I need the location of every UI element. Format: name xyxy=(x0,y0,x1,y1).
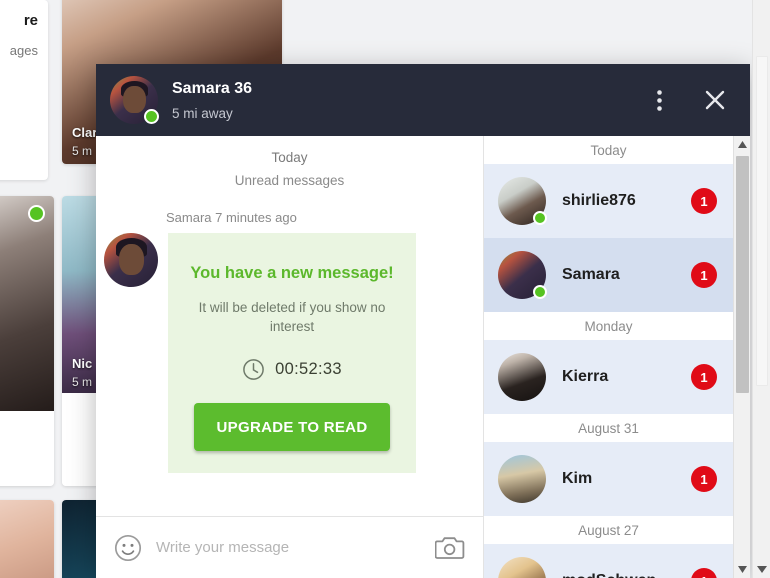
scroll-down-arrow-icon[interactable] xyxy=(734,561,750,578)
message-avatar[interactable] xyxy=(104,233,158,287)
locked-message-bubble: You have a new message! It will be delet… xyxy=(168,233,416,474)
scroll-up-arrow-icon[interactable] xyxy=(734,136,750,153)
online-status-dot xyxy=(533,211,547,225)
profile-card[interactable]: 1 e xyxy=(0,196,54,486)
bubble-title: You have a new message! xyxy=(190,264,394,282)
conversation-list-item[interactable]: Kierra 1 xyxy=(484,340,733,414)
scrollbar-thumb[interactable] xyxy=(736,156,749,393)
message-scroll-area[interactable]: Today Unread messages Samara 7 minutes a… xyxy=(96,136,483,516)
unread-count-badge: 1 xyxy=(691,364,717,390)
camera-icon[interactable] xyxy=(435,535,465,561)
close-icon[interactable] xyxy=(702,87,728,113)
chat-header-avatar[interactable] xyxy=(110,76,159,124)
conversation-date-separator: August 31 xyxy=(484,414,733,442)
conversation-avatar xyxy=(498,557,546,578)
page-scrollbar-thumb[interactable] xyxy=(756,56,768,386)
profile-card-distance: 5 m xyxy=(72,375,93,390)
conversation-avatar xyxy=(498,455,546,503)
smiley-icon[interactable] xyxy=(114,534,142,562)
clock-icon xyxy=(243,359,265,380)
profile-card-name: Nic xyxy=(72,356,93,372)
profile-card-distance: 5 m xyxy=(72,144,93,158)
unread-count-badge: 1 xyxy=(691,188,717,214)
chat-header-distance: 5 mi away xyxy=(172,105,233,121)
profile-card[interactable] xyxy=(0,500,54,578)
day-label: Today xyxy=(271,150,308,165)
message-meta: Samara 7 minutes ago xyxy=(166,210,297,225)
conversation-avatar xyxy=(498,353,546,401)
conversation-list-scrollbar[interactable] xyxy=(733,136,750,578)
online-status-dot xyxy=(28,205,45,222)
conversation-list-pane: Today shirlie876 1 Samara 1 Monday Kierra 1 Augu… xyxy=(484,136,750,578)
avatar-image xyxy=(498,557,546,578)
conversation-name: modSchwen… xyxy=(562,572,691,578)
background-panel-title: re xyxy=(23,12,38,29)
chat-header-actions xyxy=(646,87,734,113)
message-row: You have a new message! It will be delet… xyxy=(96,233,483,474)
conversation-list-item[interactable]: Samara 1 xyxy=(484,238,733,312)
chat-header-name: Samara xyxy=(172,80,230,98)
online-status-dot xyxy=(533,285,547,299)
chat-header: Samara 36 5 mi away xyxy=(96,64,750,136)
background-left-panel: re ages xyxy=(0,0,48,180)
chat-header-text: Samara 36 5 mi away xyxy=(172,79,646,120)
conversation-date-separator: Monday xyxy=(484,312,733,340)
avatar-image xyxy=(498,455,546,503)
conversation-date-separator: Today xyxy=(484,136,733,164)
unread-count-badge: 1 xyxy=(691,568,717,578)
unread-count-badge: 1 xyxy=(691,466,717,492)
bubble-subtitle: It will be deleted if you show no intere… xyxy=(198,299,386,334)
avatar-image xyxy=(498,353,546,401)
conversation-list-item[interactable]: Kim 1 xyxy=(484,442,733,516)
conversation-list-item[interactable]: modSchwen…1 xyxy=(484,544,733,578)
chat-header-age: 36 xyxy=(234,80,253,98)
conversation-pane: Today Unread messages Samara 7 minutes a… xyxy=(96,136,484,578)
conversation-name: Kim xyxy=(562,470,593,487)
page-scrollbar[interactable] xyxy=(752,0,770,578)
profile-photo xyxy=(0,500,54,578)
conversation-list[interactable]: Today shirlie876 1 Samara 1 Monday Kierra 1 Augu… xyxy=(484,136,733,578)
conversation-list-item[interactable]: shirlie876 1 xyxy=(484,164,733,238)
chat-header-name-row: Samara 36 xyxy=(172,79,646,98)
online-status-dot xyxy=(144,109,159,124)
profile-photo: 1 xyxy=(0,196,54,411)
conversation-name: shirlie876 xyxy=(562,192,636,209)
unread-count-badge: 1 xyxy=(691,262,717,288)
chat-body: Today Unread messages Samara 7 minutes a… xyxy=(96,136,750,578)
message-input[interactable] xyxy=(156,539,421,556)
chat-modal: Samara 36 5 mi away Today Unread message… xyxy=(96,64,750,578)
message-composer xyxy=(96,516,483,578)
more-vertical-icon[interactable] xyxy=(646,87,672,113)
conversation-name: Kierra xyxy=(562,368,609,385)
conversation-name: Samara xyxy=(562,266,620,283)
unread-divider: Unread messages xyxy=(234,173,345,188)
profile-card-meta: e xyxy=(0,410,54,486)
upgrade-to-read-button[interactable]: UPGRADE TO READ xyxy=(194,403,390,452)
page-scroll-down-arrow-icon[interactable] xyxy=(753,560,770,578)
countdown-timer-value: 00:52:33 xyxy=(275,360,342,379)
countdown-timer-row: 00:52:33 xyxy=(186,358,398,381)
conversation-date-separator: August 27 xyxy=(484,516,733,544)
app-root: re ages Claribel144 29 5 m 1 xyxy=(0,0,770,578)
conversation-avatar xyxy=(498,251,547,299)
conversation-avatar xyxy=(498,177,547,225)
background-panel-subtitle: ages xyxy=(9,43,38,58)
